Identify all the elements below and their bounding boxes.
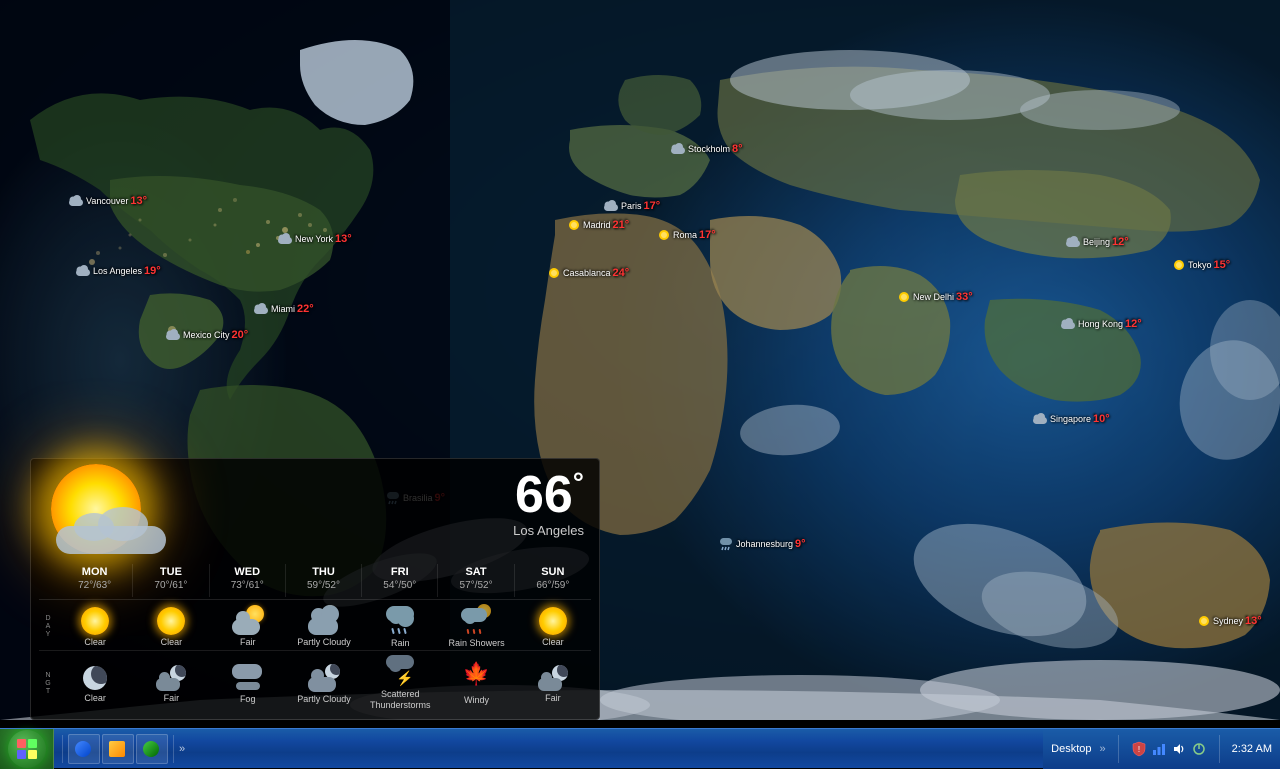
current-temp: 66° Los Angeles [513, 469, 584, 538]
temp-range-0: 72°/63° [60, 580, 129, 591]
power-icon [1191, 741, 1207, 757]
forecast-day-4: FRI 54°/50° [362, 564, 438, 597]
day-condition-6: Clear [515, 637, 591, 648]
day-icon-3: Partly Cloudy [286, 605, 362, 648]
city-name: Los Angeles [513, 523, 584, 538]
night-icon-1: Fair [133, 663, 209, 704]
forecast-day-5: SAT 57°/52° [438, 564, 514, 597]
current-weather-icon [46, 469, 176, 559]
forecast-day-6: SUN 66°/59° [515, 564, 591, 597]
day-icon-2: Fair [210, 605, 286, 648]
volume-icon[interactable] [1171, 741, 1187, 757]
day-condition-2: Fair [210, 637, 286, 648]
night-icon-3: Partly Cloudy [286, 662, 362, 705]
start-button[interactable] [0, 729, 54, 769]
security-icon: ! [1131, 741, 1147, 757]
day-condition-5: Rain Showers [438, 638, 514, 649]
night-condition-0: Clear [57, 693, 133, 704]
media-button[interactable] [136, 734, 168, 764]
day-condition-3: Partly Cloudy [286, 637, 362, 648]
temp-number: 66 [515, 466, 573, 524]
day-condition-4: Rain [362, 638, 438, 649]
night-condition-5: Windy [438, 695, 514, 706]
quick-launch: » [54, 734, 190, 764]
forecast-day-0: MON 72°/63° [57, 564, 133, 597]
day-condition-1: Clear [133, 637, 209, 648]
svg-text:!: ! [1138, 745, 1140, 754]
quicklaunch-more[interactable]: » [179, 743, 185, 755]
night-icon-5: 🍁 Windy [438, 661, 514, 706]
start-orb[interactable] [8, 730, 46, 768]
forecast-section: MON 72°/63° TUE 70°/61° WED 73°/61° THU … [31, 564, 599, 711]
taskbar-right: Desktop » ! 2:32 [1043, 729, 1280, 769]
night-icon-4: ⚡ ScatteredThunderstorms [362, 655, 438, 711]
day-icon-1: Clear [133, 605, 209, 648]
clock-time: 2:32 AM [1232, 743, 1272, 755]
day-icon-0: Clear [57, 605, 133, 648]
system-tray: ! [1131, 741, 1207, 757]
desktop-label[interactable]: Desktop [1051, 743, 1091, 755]
taskbar-right-arrows[interactable]: » [1100, 743, 1106, 755]
night-condition-3: Partly Cloudy [286, 694, 362, 705]
night-icon-0: Clear [57, 663, 133, 704]
night-condition-6: Fair [515, 693, 591, 704]
forecast-day-1: TUE 70°/61° [133, 564, 209, 597]
forecast-day-3: THU 59°/52° [286, 564, 362, 597]
windows-logo-icon [16, 738, 38, 760]
day-icon-6: Clear [515, 605, 591, 648]
day-icon-4: Rain [362, 604, 438, 649]
weather-widget: 66° Los Angeles MON 72°/63° TUE 70°/61° … [30, 458, 600, 720]
night-icon-6: Fair [515, 663, 591, 704]
forecast-day-2: WED 73°/61° [210, 564, 286, 597]
day-label-0: MON [60, 566, 129, 578]
day-condition-0: Clear [57, 637, 133, 648]
night-icon-2: Fog [210, 662, 286, 705]
clock[interactable]: 2:32 AM [1232, 743, 1272, 755]
night-condition-1: Fair [133, 693, 209, 704]
night-condition-4: ScatteredThunderstorms [362, 689, 438, 711]
ie-button[interactable] [68, 734, 100, 764]
taskbar: » Desktop » ! [0, 728, 1280, 768]
night-condition-2: Fog [210, 694, 286, 705]
day-icon-5: Rain Showers [438, 604, 514, 649]
explorer-button[interactable] [102, 734, 134, 764]
temp-unit: ° [573, 467, 584, 498]
network-icon [1151, 741, 1167, 757]
